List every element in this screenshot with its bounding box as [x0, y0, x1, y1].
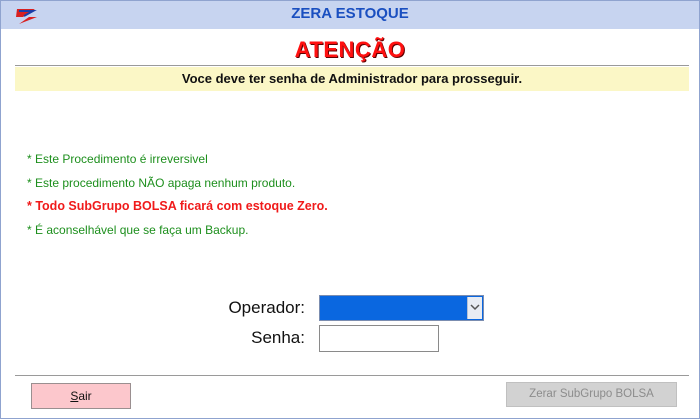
info-line-backup: * É aconselhável que se faça um Backup. — [27, 223, 249, 237]
operator-dropdown-button[interactable] — [467, 297, 482, 319]
password-label: Senha: — [251, 328, 305, 347]
chevron-down-icon — [470, 304, 480, 311]
info-line-stock-zero: * Todo SubGrupo BOLSA ficará com estoque… — [27, 199, 328, 213]
password-field[interactable] — [319, 325, 439, 352]
info-line-irreversible: * Este Procedimento é irreversivel — [27, 152, 208, 166]
warning-heading: ATENÇÃO — [294, 37, 406, 62]
dialog-window: ZERA ESTOQUE ATENÇÃO Voce deve ter senha… — [0, 0, 700, 419]
operator-select[interactable] — [319, 295, 484, 321]
info-line-no-delete: * Este procedimento NÃO apaga nenhum pro… — [27, 176, 296, 190]
admin-notice: Voce deve ter senha de Administrador par… — [15, 67, 689, 91]
window-title: ZERA ESTOQUE — [291, 5, 409, 22]
divider-top — [15, 65, 689, 66]
exit-button-label: air — [78, 389, 92, 403]
title-bar: ZERA ESTOQUE — [1, 1, 699, 29]
divider-bottom — [15, 375, 689, 376]
zero-subgroup-button[interactable]: Zerar SubGrupo BOLSA — [506, 382, 677, 407]
operator-label: Operador: — [228, 298, 305, 317]
exit-button[interactable]: Sair — [31, 383, 131, 409]
